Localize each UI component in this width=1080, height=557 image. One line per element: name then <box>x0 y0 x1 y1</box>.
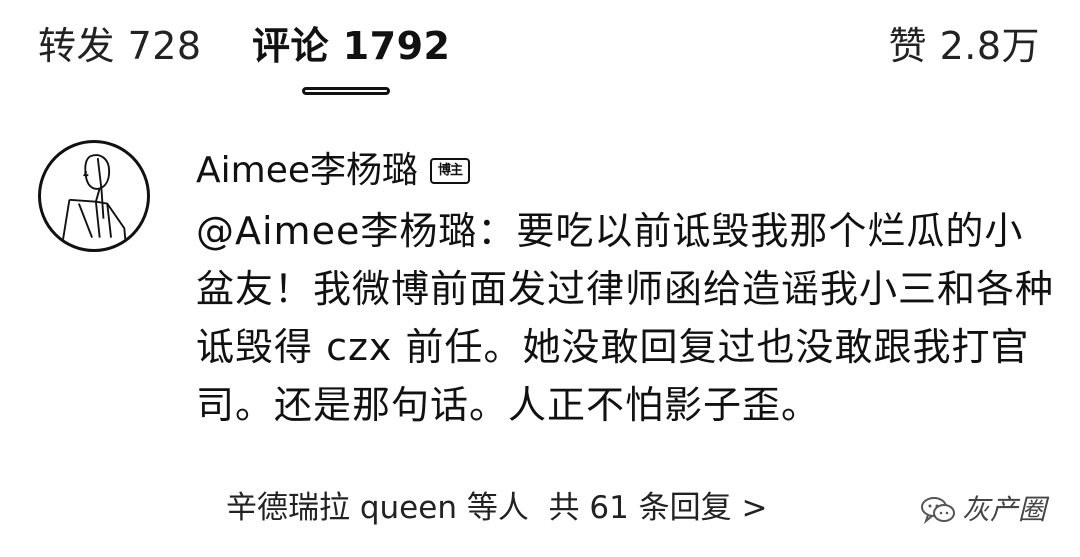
tab-comments[interactable]: 评论 1792 <box>252 20 451 72</box>
tab-likes[interactable]: 赞 2.8万 <box>888 20 1040 72</box>
author-badge: 博主 <box>430 158 470 184</box>
author-name[interactable]: Aimee李杨璐 <box>196 148 418 194</box>
avatar[interactable] <box>38 140 150 252</box>
comment-tabs: 转发 728 评论 1792 赞 2.8万 <box>38 20 1040 80</box>
comment-text: @Aimee李杨璐：要吃以前诋毁我那个烂瓜的小盆友！我微博前面发过律师函给造谣我… <box>196 209 1055 427</box>
comment-header: Aimee李杨璐 博主 <box>196 146 470 196</box>
wechat-icon <box>920 497 955 525</box>
active-tab-indicator <box>302 87 390 95</box>
watermark-text: 灰产圈 <box>961 493 1046 526</box>
tab-repost[interactable]: 转发 728 <box>38 20 202 72</box>
watermark: 灰产圈 <box>920 494 1046 526</box>
view-replies-link[interactable]: 辛德瑞拉 queen 等人 共 61 条回复 > <box>226 484 768 532</box>
avatar-portrait <box>60 154 128 249</box>
